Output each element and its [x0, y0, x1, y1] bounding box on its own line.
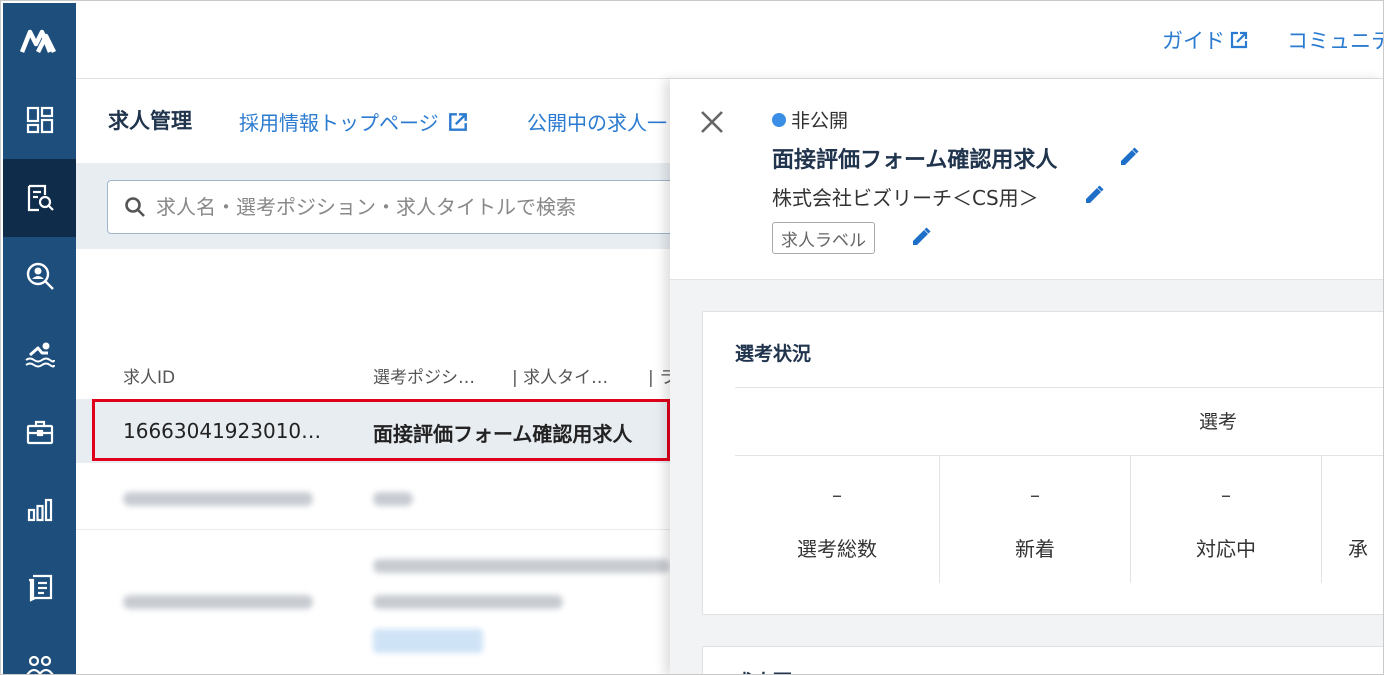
- panel-header: 非公開 面接評価フォーム確認用求人 株式会社ビズリーチ＜CS用＞ 求人ラベル: [670, 79, 1383, 280]
- sidebar-item-scout[interactable]: [3, 315, 76, 393]
- logo-icon[interactable]: [3, 3, 76, 81]
- pencil-icon: [913, 227, 931, 245]
- external-link-icon: [448, 112, 467, 131]
- divider: [735, 387, 1383, 388]
- status-dot-icon: [772, 112, 786, 127]
- stat-total[interactable]: – 選考総数: [735, 455, 939, 583]
- search-area: [76, 163, 670, 249]
- recruit-top-label: 採用情報トップページ: [239, 111, 439, 135]
- sidebar-item-briefcase[interactable]: [3, 393, 76, 471]
- section-title: 求人票: [735, 667, 792, 674]
- edit-company-button[interactable]: [1082, 183, 1106, 207]
- candidate-search-icon: [26, 262, 54, 290]
- job-label-chip: 求人ラベル: [772, 222, 875, 254]
- search-input[interactable]: [156, 195, 626, 219]
- company-name: 株式会社ビズリーチ＜CS用＞: [772, 186, 1039, 210]
- guide-link[interactable]: ガイド: [1162, 25, 1249, 55]
- stat-approved[interactable]: 承: [1322, 455, 1383, 583]
- top-header: ガイド コミュニテ: [76, 3, 1383, 79]
- edit-title-button[interactable]: [1117, 145, 1141, 169]
- job-list-area: 求人管理 採用情報トップページ 公開中の求人一 求人ID 選考ポジシ… | 求人…: [76, 79, 670, 674]
- sidebar: [3, 3, 76, 674]
- search-box[interactable]: [107, 180, 670, 234]
- stat-label: 選考総数: [797, 537, 877, 561]
- search-icon: [125, 197, 145, 217]
- close-button[interactable]: [697, 107, 727, 137]
- table-row[interactable]: [76, 465, 670, 529]
- column-header-position[interactable]: 選考ポジシ…: [373, 363, 475, 388]
- job-title: 面接評価フォーム確認用求人: [772, 148, 1058, 173]
- publish-status-label: 非公開: [791, 110, 849, 132]
- community-label: コミュニテ: [1287, 29, 1384, 53]
- edit-label-button[interactable]: [909, 225, 933, 249]
- community-link[interactable]: コミュニテ: [1287, 25, 1384, 55]
- stat-label: 新着: [1015, 537, 1055, 561]
- guide-label: ガイド: [1162, 29, 1225, 53]
- selection-header: 選考: [1199, 411, 1238, 433]
- column-header-id[interactable]: 求人ID: [123, 363, 175, 388]
- section-title: 選考状況: [735, 343, 812, 365]
- sidebar-item-users[interactable]: [3, 627, 76, 674]
- sidebar-item-jobs[interactable]: [3, 159, 76, 237]
- form-icon: [28, 574, 52, 602]
- stat-in-progress[interactable]: – 対応中: [1131, 455, 1321, 583]
- sidebar-item-analytics[interactable]: [3, 471, 76, 549]
- dashboard-icon: [26, 106, 53, 134]
- people-icon: [25, 655, 54, 674]
- selection-status-card: 選考状況 選考 – 選考総数 – 新着 – 対応中 承: [702, 311, 1383, 615]
- job-detail-panel: 非公開 面接評価フォーム確認用求人 株式会社ビズリーチ＜CS用＞ 求人ラベル 選…: [670, 79, 1383, 674]
- pencil-icon: [1086, 185, 1104, 203]
- selected-row-highlight: [92, 399, 670, 461]
- app-window: ガイド コミュニテ 求人管理 採用情報トップページ 公開中の求人一 求人ID 選…: [0, 0, 1384, 675]
- column-header-title[interactable]: | 求人タイ…: [512, 363, 608, 388]
- stat-value: –: [1030, 483, 1040, 507]
- sidebar-item-candidate-search[interactable]: [3, 237, 76, 315]
- stat-new[interactable]: – 新着: [940, 455, 1130, 583]
- published-jobs-link[interactable]: 公開中の求人一: [527, 107, 667, 136]
- close-icon: [701, 111, 723, 133]
- panel-body: 選考状況 選考 – 選考総数 – 新着 – 対応中 承: [670, 280, 1383, 674]
- pencil-icon: [1121, 147, 1139, 165]
- sidebar-item-dashboard[interactable]: [3, 81, 76, 159]
- page-title: 求人管理: [108, 109, 192, 133]
- stat-value: –: [1221, 483, 1231, 507]
- column-header-label[interactable]: | ラ: [648, 363, 670, 388]
- job-posting-card: 求人票: [702, 646, 1383, 674]
- published-jobs-label: 公開中の求人一: [527, 111, 667, 135]
- stat-value: –: [832, 483, 842, 507]
- table-row[interactable]: [76, 531, 670, 674]
- briefcase-icon: [26, 420, 53, 445]
- swimmer-icon: [24, 342, 55, 368]
- sidebar-item-forms[interactable]: [3, 549, 76, 627]
- recruit-top-link[interactable]: 採用情報トップページ: [239, 107, 469, 136]
- external-link-icon: [1230, 31, 1248, 49]
- stat-label: 対応中: [1196, 537, 1256, 561]
- bar-chart-icon: [27, 498, 52, 522]
- job-doc-search-icon: [27, 184, 54, 212]
- stat-label: 承: [1348, 537, 1368, 561]
- publish-status: 非公開: [772, 106, 848, 133]
